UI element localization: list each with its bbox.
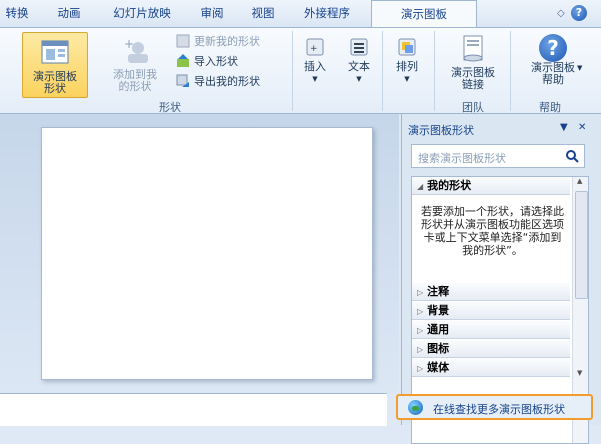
tab-review[interactable]: 审阅 (195, 0, 229, 27)
svg-text:+: + (124, 37, 134, 51)
section-label: 注释 (427, 285, 450, 298)
expand-triangle-icon: ▷ (417, 364, 424, 373)
storyboard-links-label: 演示图板链接 (451, 66, 495, 91)
storyboard-links-icon (463, 35, 483, 62)
storyboard-links-button[interactable]: 演示图板链接 (442, 32, 504, 98)
section-label: 通用 (427, 323, 450, 336)
pane-header: 演示图板形状 ▼ ✕ (402, 120, 601, 137)
pane-menu-icon[interactable]: ▼ (560, 122, 568, 133)
tab-addins[interactable]: 外接程序 (298, 0, 356, 27)
add-to-my-shapes-label: 添加到我的形状 (113, 68, 157, 93)
section-label: 图标 (427, 342, 450, 355)
group-label-shapes: 形状 (159, 101, 181, 114)
import-shapes-label: 导入形状 (194, 55, 238, 68)
tab-slideshow[interactable]: 幻灯片放映 (104, 0, 180, 27)
export-my-shapes-label: 导出我的形状 (194, 75, 260, 88)
storyboard-help-icon: ? (539, 34, 567, 62)
search-icon[interactable] (565, 149, 579, 163)
group-label-team: 团队 (462, 101, 484, 114)
text-button[interactable]: 文本 ▼ (342, 32, 376, 98)
scroll-up-icon[interactable]: ▲ (577, 177, 582, 185)
section-common[interactable]: ▷ 通用 (412, 321, 570, 339)
import-shapes-button[interactable]: 导入形状 (176, 54, 238, 70)
notes-area[interactable] (0, 393, 387, 426)
ribbon: 演示图板形状 + 添加到我的形状 更新我的形状 导入形状 导出我的形状 形状 +… (0, 27, 601, 114)
storyboard-help-button[interactable]: ? 演示图板帮助 ▼ (520, 32, 586, 98)
text-icon (350, 38, 368, 56)
add-shape-icon: + (124, 37, 148, 63)
arrange-button[interactable]: 排列 ▼ (388, 32, 426, 98)
add-to-my-shapes-button[interactable]: + 添加到我的形状 (106, 32, 164, 98)
expand-triangle-icon: ▷ (417, 288, 424, 297)
tab-transitions[interactable]: 转换 (0, 0, 34, 27)
search-placeholder: 搜索演示图板形状 (418, 152, 506, 165)
minimize-ribbon-icon[interactable]: ◇ (557, 8, 565, 19)
my-shapes-hint: 若要添加一个形状，请选择此形状并从演示图板功能区选项卡或上下文菜单选择“添加到我… (421, 205, 564, 257)
help-dropdown-icon: ▼ (577, 64, 583, 72)
export-my-shapes-button[interactable]: 导出我的形状 (176, 74, 260, 90)
close-icon[interactable]: ✕ (578, 122, 586, 133)
slide-canvas[interactable] (41, 127, 373, 380)
export-shapes-icon (176, 74, 190, 88)
arrange-dropdown-icon: ▼ (404, 75, 410, 83)
ribbon-tab-bar: 转换 动画 幻灯片放映 审阅 视图 外接程序 演示图板 ◇ ? (0, 0, 601, 27)
svg-text:+: + (310, 44, 318, 54)
tab-view[interactable]: 视图 (246, 0, 280, 27)
section-label: 背景 (427, 304, 450, 317)
tab-storyboarding[interactable]: 演示图板 (371, 0, 477, 27)
tab-animations[interactable]: 动画 (52, 0, 86, 27)
update-my-shapes-label: 更新我的形状 (194, 35, 260, 48)
scrollbar-thumb[interactable] (575, 191, 588, 299)
pane-title: 演示图板形状 (408, 124, 474, 137)
expand-triangle-icon: ▷ (417, 307, 424, 316)
scroll-down-icon[interactable]: ▼ (577, 369, 582, 377)
globe-icon (408, 400, 423, 415)
section-label: 我的形状 (427, 179, 472, 192)
insert-dropdown-icon: ▼ (312, 75, 318, 83)
ribbon-separator (510, 31, 511, 111)
arrange-label: 排列 (396, 60, 418, 73)
import-shapes-icon (176, 54, 190, 68)
group-label-help: 帮助 (539, 101, 561, 114)
expand-triangle-icon: ▷ (417, 326, 424, 335)
search-input[interactable]: 搜索演示图板形状 (411, 144, 585, 168)
online-link-label: 在线查找更多演示图板形状 (433, 403, 565, 416)
storyboard-shapes-icon (41, 40, 69, 64)
update-my-shapes-button[interactable]: 更新我的形状 (176, 34, 260, 50)
update-shapes-icon (176, 34, 190, 48)
section-icons[interactable]: ▷ 图标 (412, 340, 570, 358)
help-icon[interactable]: ? (571, 5, 587, 21)
expand-triangle-icon: ▷ (417, 345, 424, 354)
collapse-triangle-icon: ◢ (417, 182, 424, 191)
find-more-shapes-online-link[interactable]: 在线查找更多演示图板形状 (396, 394, 593, 420)
storyboard-shapes-button[interactable]: 演示图板形状 (22, 32, 88, 98)
insert-label: 插入 (304, 60, 326, 73)
text-label: 文本 (348, 60, 370, 73)
storyboard-shapes-pane: 演示图板形状 ▼ ✕ 搜索演示图板形状 ◢ 我的形状 若要添加一个形状，请选择此形… (401, 114, 601, 444)
insert-button[interactable]: + 插入 ▼ (298, 32, 332, 98)
section-annotations[interactable]: ▷ 注释 (412, 283, 570, 301)
storyboard-help-label: 演示图板帮助 (531, 61, 575, 86)
section-my-shapes[interactable]: ◢ 我的形状 (412, 177, 570, 195)
text-dropdown-icon: ▼ (356, 75, 362, 83)
ribbon-separator (292, 31, 293, 111)
section-media[interactable]: ▷ 媒体 (412, 359, 570, 377)
arrange-icon (398, 38, 416, 56)
section-label: 媒体 (427, 361, 450, 374)
ribbon-separator (382, 31, 383, 111)
insert-icon: + (306, 38, 324, 56)
ribbon-separator (434, 31, 435, 111)
section-backgrounds[interactable]: ▷ 背景 (412, 302, 570, 320)
storyboard-shapes-label: 演示图板形状 (33, 70, 77, 95)
